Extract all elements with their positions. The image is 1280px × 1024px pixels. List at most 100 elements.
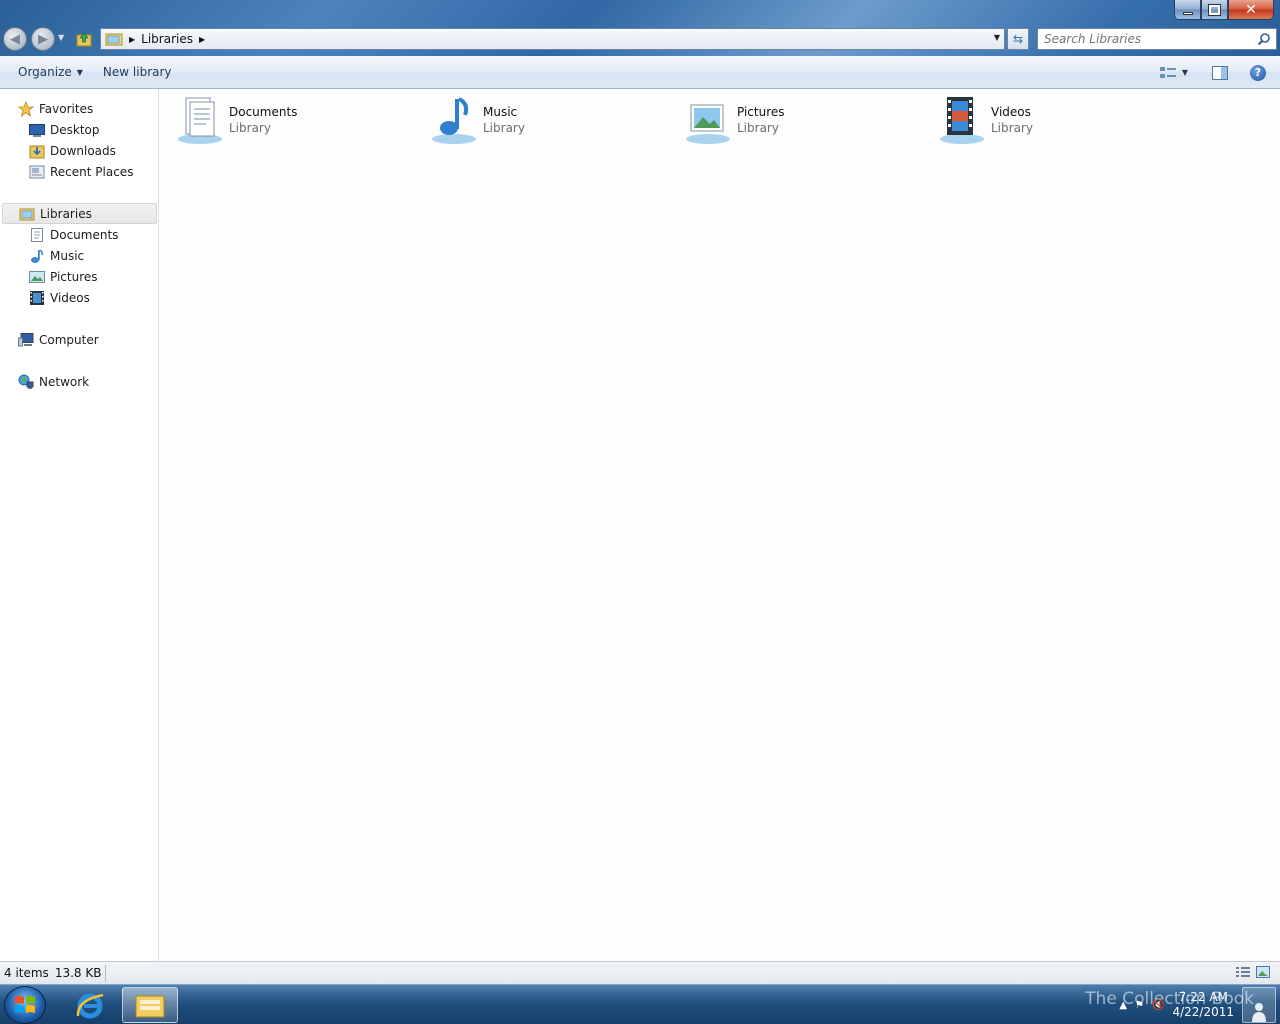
show-desktop-button[interactable] <box>1242 987 1276 1023</box>
taskbar-windows-explorer[interactable] <box>122 987 178 1023</box>
navigation-pane: Favorites Desktop Downloads Recent Place… <box>0 89 159 961</box>
nav-music-label: Music <box>50 248 85 263</box>
library-type: Library <box>991 121 1033 135</box>
maximize-button[interactable] <box>1201 0 1228 20</box>
nav-pictures[interactable]: Pictures <box>29 266 98 287</box>
network-icon <box>18 374 34 390</box>
library-name: Documents <box>229 105 298 119</box>
address-bar[interactable]: ▶ Libraries ▶ ▼ <box>100 28 1005 50</box>
nav-network-label: Network <box>39 374 90 389</box>
close-icon: ✕ <box>1245 1 1257 18</box>
pictures-icon <box>29 269 45 285</box>
favorites-star-icon <box>18 100 34 117</box>
music-icon <box>29 248 45 264</box>
minimize-button[interactable] <box>1174 0 1201 20</box>
nav-recent-places-label: Recent Places <box>50 164 134 179</box>
details-view-icon[interactable] <box>1236 966 1250 978</box>
new-library-button[interactable]: New library <box>93 61 182 83</box>
organize-label: Organize <box>18 65 72 79</box>
breadcrumb-separator-end[interactable]: ▶ <box>199 35 205 44</box>
library-item-documents[interactable]: Documents Library <box>175 95 297 147</box>
up-folder-icon <box>76 32 92 47</box>
nav-downloads-label: Downloads <box>50 143 116 158</box>
nav-favorites-label: Favorites <box>39 101 94 116</box>
user-silhouette-icon <box>1252 1003 1266 1022</box>
breadcrumb-separator[interactable]: ▶ <box>129 35 135 44</box>
refresh-button[interactable]: ⇆ <box>1007 28 1029 50</box>
windows-explorer-icon <box>135 995 165 1018</box>
close-button[interactable]: ✕ <box>1228 0 1274 20</box>
library-type: Library <box>483 121 525 135</box>
library-item-music[interactable]: Music Library <box>429 95 525 147</box>
nav-network[interactable]: Network <box>18 371 89 392</box>
back-button[interactable]: ◀ <box>3 27 27 51</box>
system-tray: ▲ ⚑ 🔇 7:22 AM 4/22/2011 <box>1119 985 1280 1024</box>
nav-pictures-label: Pictures <box>50 269 98 284</box>
status-view-buttons <box>1236 966 1270 978</box>
nav-recent-places[interactable]: Recent Places <box>29 161 133 182</box>
nav-documents[interactable]: Documents <box>29 224 118 245</box>
nav-videos[interactable]: Videos <box>29 287 90 308</box>
clock-date: 4/22/2011 <box>1172 1005 1234 1019</box>
library-name: Music <box>483 105 518 119</box>
search-box[interactable] <box>1037 28 1277 50</box>
nav-documents-label: Documents <box>50 227 119 242</box>
music-library-icon <box>432 97 476 144</box>
show-hidden-icons-button[interactable]: ▲ <box>1119 1000 1127 1011</box>
clock-time: 7:22 AM <box>1178 990 1228 1004</box>
libraries-folder-icon <box>105 33 123 46</box>
minimize-icon <box>1182 12 1193 15</box>
breadcrumb-libraries[interactable]: Libraries <box>141 32 193 46</box>
change-view-button[interactable] <box>1159 62 1176 84</box>
desktop-icon <box>29 122 45 138</box>
downloads-icon <box>29 143 45 159</box>
new-library-label: New library <box>102 65 172 79</box>
nav-desktop-label: Desktop <box>50 122 100 137</box>
caption-buttons: ✕ <box>1174 0 1274 20</box>
status-summary: 4 items 13.8 KB <box>0 964 107 982</box>
command-bar: Organize ▼ New library ▼ ? <box>0 56 1280 89</box>
library-type: Library <box>737 121 779 135</box>
nav-libraries[interactable]: Libraries <box>2 203 157 224</box>
nav-downloads[interactable]: Downloads <box>29 140 116 161</box>
organize-button[interactable]: Organize ▼ <box>8 61 93 83</box>
taskbar-internet-explorer[interactable] <box>62 987 118 1023</box>
nav-music[interactable]: Music <box>29 245 84 266</box>
library-name: Videos <box>991 105 1031 119</box>
refresh-icon: ⇆ <box>1012 32 1024 46</box>
library-name: Pictures <box>737 105 785 119</box>
back-arrow-icon: ◀ <box>10 31 20 47</box>
search-input[interactable] <box>1044 30 1254 48</box>
search-icon[interactable] <box>1257 32 1271 46</box>
nav-favorites[interactable]: Favorites <box>18 98 93 119</box>
item-count: 4 items <box>4 966 49 980</box>
volume-muted-icon[interactable]: 🔇 <box>1152 1000 1164 1011</box>
nav-computer[interactable]: Computer <box>18 329 99 350</box>
address-history-dropdown[interactable]: ▼ <box>994 33 1000 42</box>
recent-places-icon <box>29 164 45 180</box>
nav-videos-label: Videos <box>50 290 90 305</box>
nav-desktop[interactable]: Desktop <box>29 119 100 140</box>
start-button[interactable] <box>4 986 46 1024</box>
view-options-icon <box>1159 66 1176 78</box>
large-icons-view-icon[interactable] <box>1256 966 1270 978</box>
restore-icon <box>1208 3 1221 16</box>
title-bar: ✕ ◀ ▶ ▼ ▶ Libraries ▶ ▼ ⇆ <box>0 0 1280 56</box>
clock[interactable]: 7:22 AM 4/22/2011 <box>1172 990 1234 1020</box>
help-button[interactable]: ? <box>1250 62 1266 84</box>
file-list[interactable]: Documents Library Music Library Pictures… <box>159 89 1280 961</box>
pictures-library-icon <box>686 104 730 144</box>
forward-button[interactable]: ▶ <box>31 27 55 51</box>
libraries-icon <box>19 206 35 222</box>
action-center-icon[interactable]: ⚑ <box>1135 1000 1144 1011</box>
windows-logo-icon <box>15 996 35 1013</box>
up-level-button[interactable] <box>74 29 94 49</box>
view-controls: ▼ ? <box>1159 56 1280 89</box>
library-item-pictures[interactable]: Pictures Library <box>683 95 785 147</box>
preview-pane-button[interactable] <box>1212 62 1228 84</box>
total-size: 13.8 KB <box>54 966 102 980</box>
library-item-videos[interactable]: Videos Library <box>937 95 1033 147</box>
view-dropdown-button[interactable]: ▼ <box>1182 62 1188 84</box>
recent-pages-dropdown[interactable]: ▼ <box>58 33 64 42</box>
forward-arrow-icon: ▶ <box>38 31 48 47</box>
